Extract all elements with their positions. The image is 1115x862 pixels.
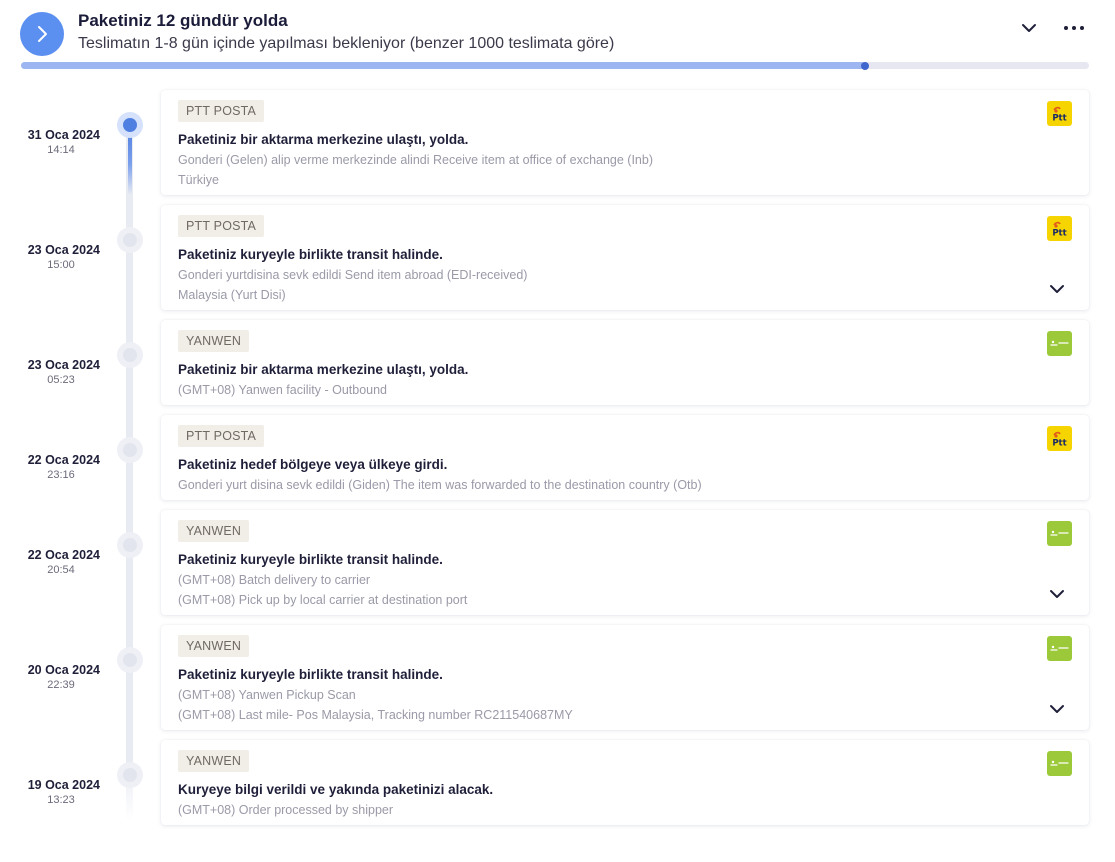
event-datetime: 23 Oca 2024 05:23 — [0, 358, 100, 386]
event-detail: (GMT+08) Yanwen Pickup Scan — [178, 688, 356, 702]
chevron-down-icon — [1049, 701, 1065, 717]
ptt-logo-icon: Ptt — [1047, 216, 1072, 241]
expand-event-button[interactable] — [1047, 699, 1067, 719]
event-detail: (GMT+08) Order processed by shipper — [178, 803, 394, 817]
status-chevron-button[interactable] — [20, 12, 64, 56]
tracking-event-card: YANWEN Paketiniz kuryeyle birlikte transi… — [161, 510, 1089, 615]
progress-indicator — [860, 61, 869, 70]
event-date: 23 Oca 2024 — [27, 243, 100, 257]
event-detail: (GMT+08) Batch delivery to carrier — [178, 573, 371, 587]
event-datetime: 19 Oca 2024 13:23 — [0, 778, 100, 806]
event-date: 22 Oca 2024 — [27, 453, 100, 467]
event-date: 23 Oca 2024 — [27, 358, 100, 372]
event-detail: (GMT+08) Pick up by local carrier at des… — [178, 593, 468, 607]
tracking-event-card: PTT POSTA Paketiniz bir aktarma merkezine… — [161, 90, 1089, 195]
carrier-tag: YANWEN — [178, 635, 250, 657]
svg-text:Ptt: Ptt — [1052, 229, 1066, 239]
event-datetime: 23 Oca 2024 15:00 — [0, 243, 100, 271]
carrier-tag: YANWEN — [178, 330, 250, 352]
carrier-tag: YANWEN — [178, 750, 250, 772]
svg-text:Ptt: Ptt — [1052, 439, 1066, 449]
event-title: Paketiniz bir aktarma merkezine ulaştı, … — [178, 132, 469, 147]
carrier-tag: YANWEN — [178, 520, 250, 542]
svg-text:Ptt: Ptt — [1052, 114, 1066, 124]
event-time: 15:00 — [47, 259, 75, 271]
event-detail: Malaysia (Yurt Disi) — [178, 288, 286, 302]
event-datetime: 20 Oca 2024 22:39 — [0, 663, 100, 691]
timeline-node — [117, 647, 143, 673]
event-detail: Gonderi yurt disina sevk edildi (Giden) … — [178, 478, 702, 492]
event-date: 22 Oca 2024 — [27, 548, 100, 562]
expand-event-button[interactable] — [1047, 279, 1067, 299]
event-datetime: 31 Oca 2024 14:14 — [0, 128, 100, 156]
tracking-event-card: PTT POSTA Paketiniz hedef bölgeye veya ül… — [161, 415, 1089, 500]
event-detail: Gonderi yurtdisina sevk edildi Send item… — [178, 268, 528, 282]
timeline-node — [117, 227, 143, 253]
event-time: 22:39 — [47, 679, 75, 691]
event-title: Paketiniz bir aktarma merkezine ulaştı, … — [178, 362, 469, 377]
event-title: Paketiniz kuryeyle birlikte transit hali… — [178, 247, 443, 262]
event-date: 19 Oca 2024 — [27, 778, 100, 792]
timeline-node — [117, 437, 143, 463]
event-detail: Türkiye — [178, 173, 219, 187]
yanwen-logo-icon — [1047, 636, 1072, 661]
timeline-node — [117, 112, 143, 138]
event-time: 23:16 — [47, 469, 75, 481]
event-date: 20 Oca 2024 — [27, 663, 100, 677]
event-detail: (GMT+08) Yanwen facility - Outbound — [178, 383, 388, 397]
event-time: 05:23 — [47, 374, 75, 386]
event-detail: Gonderi (Gelen) alip verme merkezinde al… — [178, 153, 653, 167]
event-title: Kuryeye bilgi verildi ve yakında paketin… — [178, 782, 494, 797]
chevron-right-icon — [38, 26, 47, 42]
yanwen-logo-icon — [1047, 751, 1072, 776]
delivery-estimate: Teslimatın 1-8 gün içinde yapılması bekl… — [78, 35, 615, 52]
more-horizontal-icon — [1064, 26, 1084, 30]
yanwen-logo-icon — [1047, 331, 1072, 356]
timeline-node — [117, 532, 143, 558]
event-date: 31 Oca 2024 — [27, 128, 100, 142]
ptt-logo-icon: Ptt — [1047, 101, 1072, 126]
event-time: 20:54 — [47, 564, 75, 576]
page-title: Paketiniz 12 gündür yolda — [78, 11, 288, 30]
event-time: 13:23 — [47, 794, 75, 806]
progress-fill — [21, 62, 865, 69]
tracking-event-card: YANWEN Paketiniz bir aktarma merkezine ul… — [161, 320, 1089, 405]
yanwen-logo-icon — [1047, 521, 1072, 546]
chevron-down-icon — [1049, 281, 1065, 297]
expand-event-button[interactable] — [1047, 584, 1067, 604]
chevron-down-icon — [1049, 586, 1065, 602]
tracking-event-card: PTT POSTA Paketiniz kuryeyle birlikte tra… — [161, 205, 1089, 310]
event-detail: (GMT+08) Last mile- Pos Malaysia, Tracki… — [178, 708, 573, 722]
collapse-button[interactable] — [1015, 14, 1043, 42]
event-title: Paketiniz hedef bölgeye veya ülkeye gird… — [178, 457, 448, 472]
tracking-event-card: YANWEN Paketiniz kuryeyle birlikte transi… — [161, 625, 1089, 730]
carrier-tag: PTT POSTA — [178, 215, 265, 237]
timeline-node — [117, 342, 143, 368]
ptt-logo-icon: Ptt — [1047, 426, 1072, 451]
event-title: Paketiniz kuryeyle birlikte transit hali… — [178, 552, 443, 567]
carrier-tag: PTT POSTA — [178, 100, 265, 122]
chevron-down-icon — [1022, 24, 1036, 32]
more-options-button[interactable] — [1060, 14, 1088, 42]
event-time: 14:14 — [47, 144, 75, 156]
tracking-event-card: YANWEN Kuryeye bilgi verildi ve yakında p… — [161, 740, 1089, 825]
event-datetime: 22 Oca 2024 23:16 — [0, 453, 100, 481]
delivery-progress-bar — [21, 61, 1089, 70]
timeline-node — [117, 762, 143, 788]
carrier-tag: PTT POSTA — [178, 425, 265, 447]
tracking-header: Paketiniz 12 gündür yolda Teslimatın 1-8… — [0, 0, 1115, 75]
event-datetime: 22 Oca 2024 20:54 — [0, 548, 100, 576]
event-title: Paketiniz kuryeyle birlikte transit hali… — [178, 667, 443, 682]
